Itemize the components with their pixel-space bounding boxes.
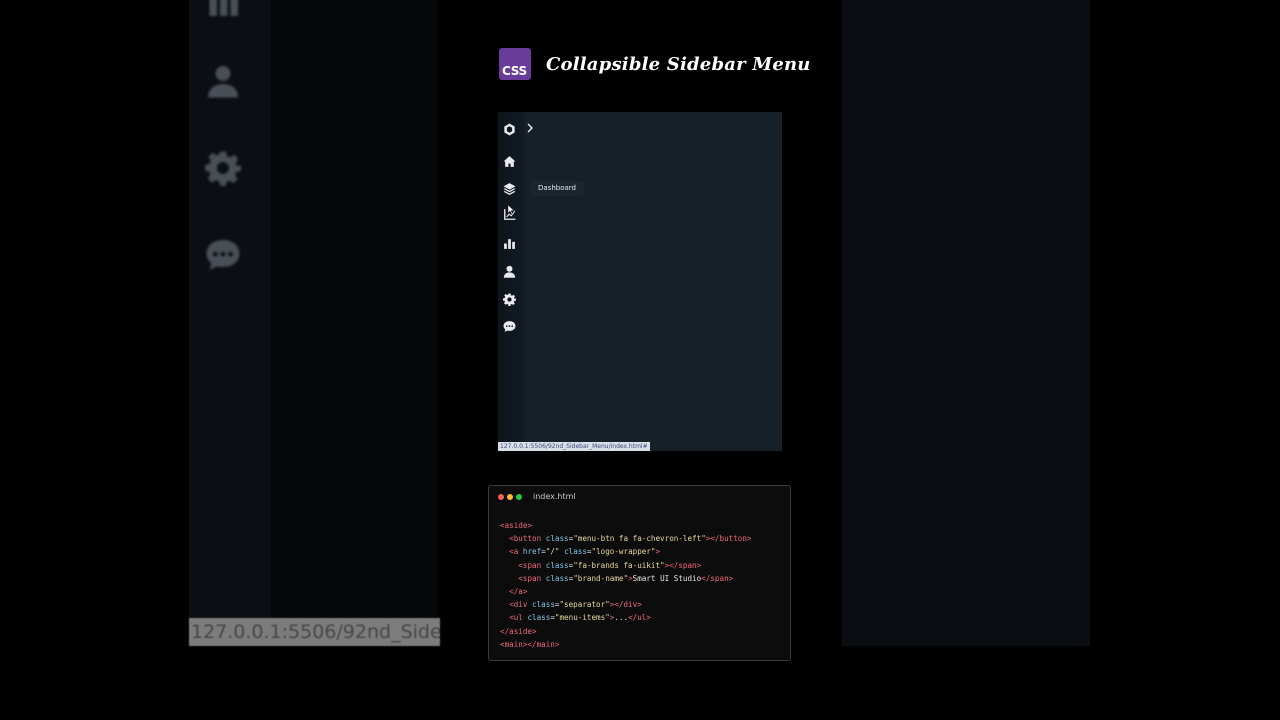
window-close-icon[interactable]	[498, 494, 504, 500]
background-chart-icon	[205, 0, 241, 22]
code-line: <ul class="menu-items">...</ul>	[509, 613, 651, 623]
page-title: Collapsible Sidebar Menu	[546, 53, 811, 75]
code-line: <span class="brand-name">Smart UI Studio…	[518, 573, 734, 583]
gear-icon[interactable]	[503, 293, 516, 306]
chat-icon[interactable]	[503, 320, 516, 333]
background-gear-icon	[205, 150, 241, 186]
code-line: <main></main>	[500, 639, 560, 649]
code-block: <aside> <button class="menu-btn fa fa-ch…	[500, 519, 752, 651]
home-icon[interactable]	[503, 155, 516, 168]
background-user-icon	[205, 63, 241, 99]
sidebar-preview: Dashboard 127.0.0.1:5506/92nd_Sidebar_Me…	[498, 112, 782, 451]
browser-status-url: 127.0.0.1:5506/92nd_Sidebar_Menu/index.h…	[498, 442, 650, 451]
chart-bar-icon[interactable]	[503, 237, 516, 250]
dashboard-tooltip: Dashboard	[530, 181, 584, 196]
layers-icon[interactable]	[503, 182, 516, 195]
user-icon[interactable]	[503, 265, 516, 278]
window-title-bar: index.html	[489, 486, 790, 510]
background-panel-right	[842, 0, 1090, 646]
css-logo-icon: CSS	[499, 48, 531, 80]
code-line: </a>	[509, 587, 528, 597]
code-line: </aside>	[500, 626, 537, 636]
code-line: <span class="fa-brands fa-uikit"></span>	[518, 560, 702, 570]
css-badge-label: CSS	[502, 64, 527, 78]
window-maximize-icon[interactable]	[516, 494, 522, 500]
code-line: <div class="separator"></div>	[509, 600, 642, 610]
mouse-cursor-icon	[508, 205, 514, 214]
collapsed-sidebar	[498, 112, 524, 451]
chevron-right-icon[interactable]	[526, 123, 534, 133]
code-line: <a href="/" class="logo-wrapper">	[509, 547, 661, 557]
window-minimize-icon[interactable]	[507, 494, 513, 500]
window-filename: index.html	[533, 492, 576, 501]
background-chat-icon	[205, 237, 241, 273]
code-window: index.html <aside> <button class="menu-b…	[488, 485, 791, 661]
code-line: <aside>	[500, 521, 533, 530]
uikit-logo-icon[interactable]	[503, 123, 516, 136]
background-main-area	[271, 0, 438, 618]
background-status-url: 127.0.0.1:5506/92nd_Sidebar_M	[189, 618, 440, 646]
video-header: CSS Collapsible Sidebar Menu	[499, 48, 811, 80]
code-line: <button class="menu-btn fa fa-chevron-le…	[509, 534, 752, 544]
